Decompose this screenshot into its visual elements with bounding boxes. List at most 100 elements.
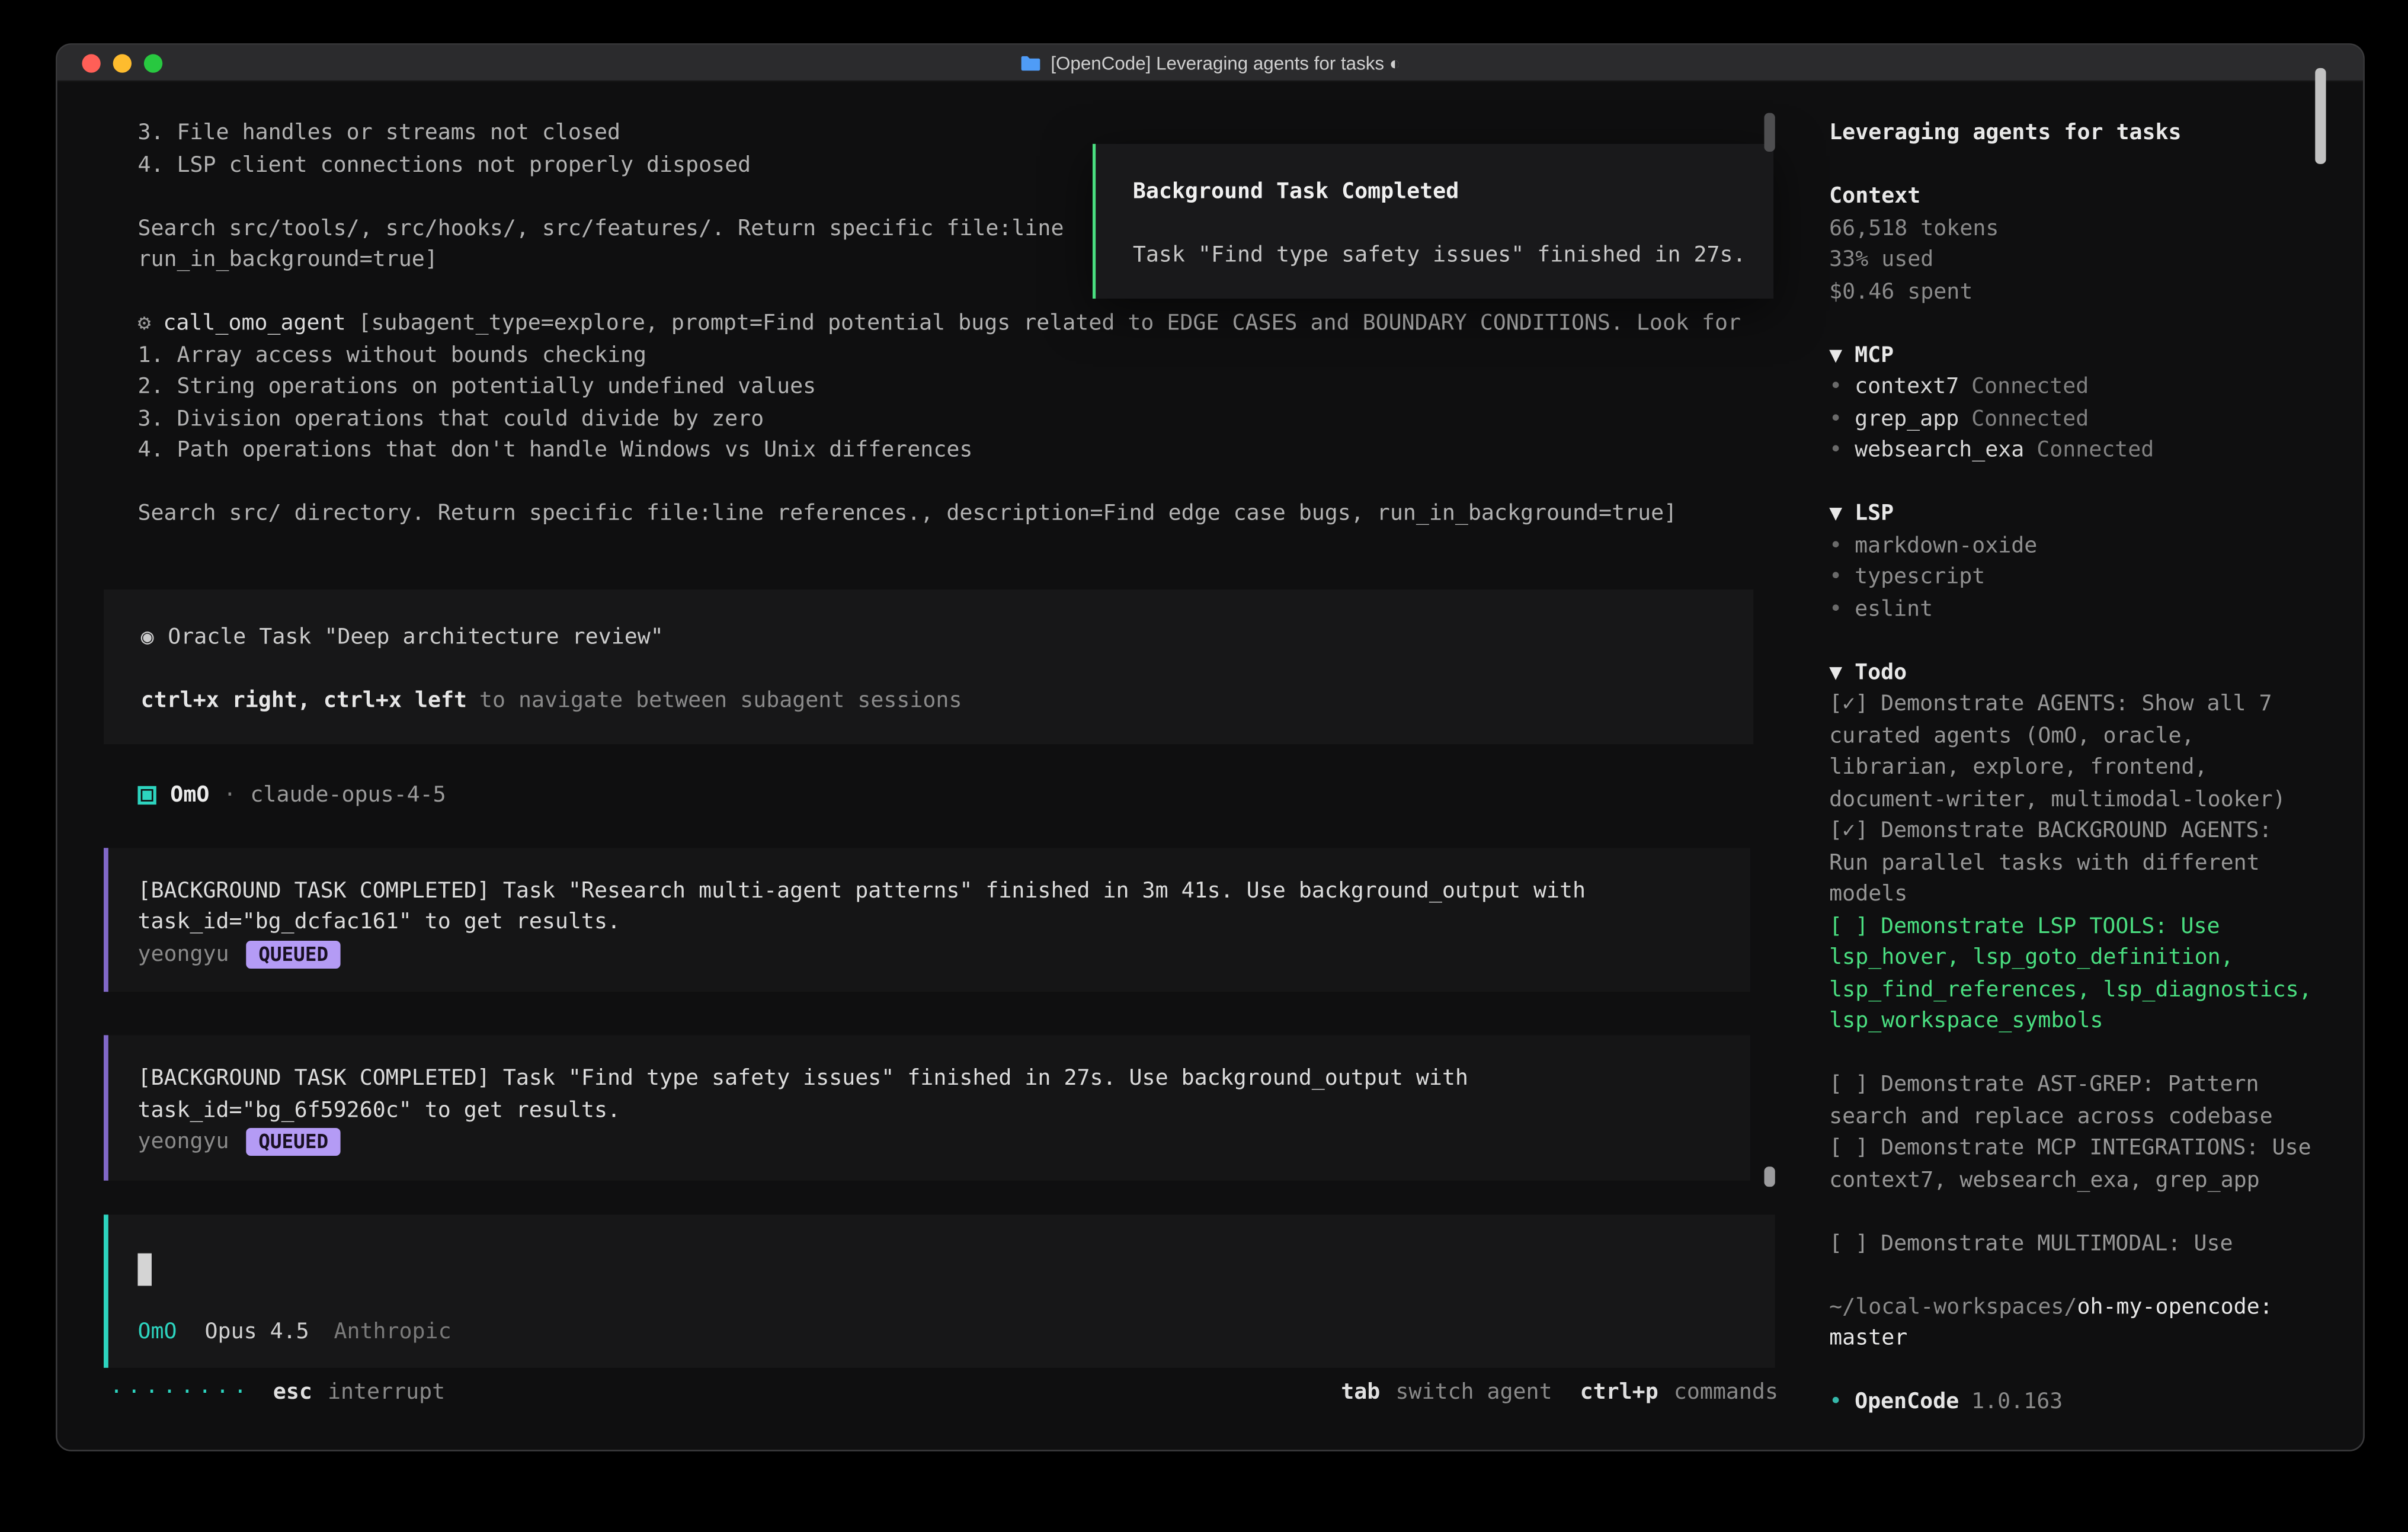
message-footer: yeongyu QUEUED [137, 938, 1719, 970]
agent-separator: · [223, 780, 236, 812]
bullet-icon: • [1829, 597, 1842, 621]
todo-heading-text: Todo [1855, 660, 1907, 685]
statusbar: ········ esc interrupt tab switch agent … [57, 1377, 1810, 1410]
tab-key-label: switch agent [1395, 1377, 1552, 1409]
checkbox-empty-icon: [ ] [1829, 1072, 1868, 1097]
todo-item: [✓]Demonstrate AGENTS: Show all 7 curate… [1829, 688, 2312, 815]
opencode-window: [OpenCode] Leveraging agents for tasks ◐… [56, 43, 2365, 1451]
workspace-branch: master [1829, 1326, 1907, 1351]
desktop: [OpenCode] Leveraging agents for tasks ◐… [0, 0, 2408, 1532]
message-line: task_id="bg_dcfac161" to get results. [137, 907, 1719, 939]
toast-title: Background Task Completed [1133, 177, 1737, 209]
ctrlp-key-label: commands [1674, 1377, 1778, 1409]
message-line: task_id="bg_6f59260c" to get results. [137, 1095, 1719, 1127]
message-line: [BACKGROUND TASK COMPLETED] Task "Find t… [137, 1063, 1719, 1095]
main-scrollbar-marker[interactable] [1764, 1166, 1775, 1187]
folder-icon [1020, 53, 1042, 72]
agent-name: OmO [170, 780, 209, 812]
mcp-heading-text: MCP [1855, 343, 1894, 368]
oracle-task-panel: ◉Oracle Task "Deep architecture review" … [104, 589, 1753, 744]
checkbox-empty-icon: [ ] [1829, 914, 1868, 938]
background-task-message: [BACKGROUND TASK COMPLETED] Task "Resear… [104, 847, 1750, 992]
text-cursor [137, 1252, 152, 1285]
main-scrollbar-thumb[interactable] [1764, 113, 1775, 152]
todo-item-active: [ ]Demonstrate LSP TOOLS: Use lsp_hover,… [1829, 911, 2312, 1037]
lsp-item: •markdown-oxide [1829, 530, 2312, 562]
checkbox-checked-icon: [✓] [1829, 819, 1868, 844]
traffic-lights [57, 53, 163, 72]
close-button[interactable] [82, 53, 100, 72]
tool-call-list-item: 1. Array access without bounds checking [104, 339, 1778, 371]
window-title-text: [OpenCode] Leveraging agents for tasks ◐ [1051, 52, 1400, 73]
lsp-section-header[interactable]: ▼LSP [1829, 498, 2312, 530]
oracle-task-title: ◉ Oracle Task "Deep architecture review" [141, 621, 1754, 653]
checkbox-checked-icon: [✓] [1829, 691, 1868, 716]
tab-key-hint: tab [1341, 1377, 1380, 1409]
mcp-item: •grep_appConnected [1829, 403, 2312, 435]
context-tokens: 66,518 tokens [1829, 213, 2312, 245]
tool-call-line: ⚙ call_omo_agent [subagent_type=explore, p… [104, 308, 1778, 340]
hint-text: to navigate between subagent sessions [479, 688, 962, 713]
message-footer: yeongyu QUEUED [137, 1126, 1719, 1158]
tool-call-list-item: 3. Division operations that could divide… [104, 403, 1778, 435]
todo-section-header[interactable]: ▼ Todo [1829, 657, 2312, 689]
hint-keys: ctrl+x right, ctrl+x left [141, 688, 467, 713]
input-agent-name: OmO [137, 1316, 177, 1348]
tool-call-name: call_omo_agent [163, 311, 345, 336]
oracle-task-title-text: Oracle Task "Deep architecture review" [168, 624, 664, 649]
todo-item: [ ]Demonstrate MULTIMODAL: Use [1829, 1227, 2312, 1259]
bullet-icon: • [1829, 406, 1842, 431]
mcp-item: •context7Connected [1829, 371, 2312, 403]
chevron-down-icon: ▼ [1829, 501, 1842, 526]
tool-call-list-item: 4. Path operations that don't handle Win… [104, 435, 1778, 467]
message-author: yeongyu [137, 938, 229, 970]
bullet-icon: • [1829, 438, 1842, 463]
lsp-item: •typescript [1829, 562, 2312, 594]
version-line: •OpenCode1.0.163 [1829, 1386, 2312, 1418]
model-row: OmO Opus 4.5 Anthropic [137, 1316, 1741, 1348]
bullet-icon: • [1829, 374, 1842, 399]
minimize-button[interactable] [113, 53, 132, 72]
bullet-icon: • [1829, 565, 1842, 589]
gear-icon: ⚙ [137, 311, 150, 336]
chat-area: 3. File handles or streams not closed 4.… [57, 84, 1810, 1450]
input-model-provider: Anthropic [334, 1316, 451, 1348]
spinner-dots: ········ [110, 1377, 251, 1409]
sidebar-scrollbar-thumb[interactable] [2315, 68, 2326, 164]
todo-item: [ ]Demonstrate MCP INTEGRATIONS: Use con… [1829, 1133, 2312, 1196]
esc-key-label: interrupt [328, 1377, 445, 1409]
todo-item: [✓]Demonstrate BACKGROUND AGENTS: Run pa… [1829, 815, 2312, 911]
ctrlp-key-hint: ctrl+p [1580, 1377, 1658, 1409]
mcp-section-header[interactable]: ▼ MCP [1829, 339, 2312, 371]
tool-call-args: [subagent_type=explore, prompt=Find pote… [358, 311, 1741, 336]
agent-header: OmO · claude-opus-4-5 [104, 780, 1778, 812]
session-title: Leveraging agents for tasks [1829, 117, 2312, 149]
context-spent: $0.46 spent [1829, 276, 2312, 308]
background-task-toast: Background Task Completed Task "Find typ… [1093, 144, 1773, 298]
checkbox-empty-icon: [ ] [1829, 1136, 1868, 1161]
agent-square-icon [137, 786, 156, 805]
bullet-icon: • [1829, 1389, 1842, 1414]
toast-body: Task "Find type safety issues" finished … [1133, 240, 1737, 272]
chevron-down-icon: ▼ [1829, 343, 1842, 368]
background-task-message: [BACKGROUND TASK COMPLETED] Task "Find t… [104, 1035, 1750, 1180]
record-icon: ◉ [141, 624, 154, 649]
todo-item: [ ]Demonstrate AST-GREP: Pattern search … [1829, 1069, 2312, 1133]
tool-call-list-item: 2. String operations on potentially unde… [104, 371, 1778, 403]
esc-key-hint: esc [273, 1377, 312, 1409]
mcp-item: •websearch_exaConnected [1829, 435, 2312, 467]
zoom-button[interactable] [144, 53, 162, 72]
message-line: [BACKGROUND TASK COMPLETED] Task "Resear… [137, 875, 1719, 907]
queued-badge: QUEUED [246, 940, 341, 968]
titlebar[interactable]: [OpenCode] Leveraging agents for tasks ◐ [57, 45, 2364, 82]
agent-model: claude-opus-4-5 [250, 780, 446, 812]
prompt-input[interactable]: OmO Opus 4.5 Anthropic [104, 1214, 1775, 1368]
window-title: [OpenCode] Leveraging agents for tasks ◐ [57, 45, 2364, 81]
queued-badge: QUEUED [246, 1129, 341, 1156]
checkbox-empty-icon: [ ] [1829, 1231, 1868, 1256]
subagent-nav-hint: ctrl+x right, ctrl+x left to navigate bet… [141, 685, 1754, 717]
message-author: yeongyu [137, 1126, 229, 1158]
bullet-icon: • [1829, 533, 1842, 558]
chevron-down-icon: ▼ [1829, 660, 1842, 685]
workspace-path: ~/local-workspaces/oh-my-opencode: maste… [1829, 1291, 2312, 1355]
